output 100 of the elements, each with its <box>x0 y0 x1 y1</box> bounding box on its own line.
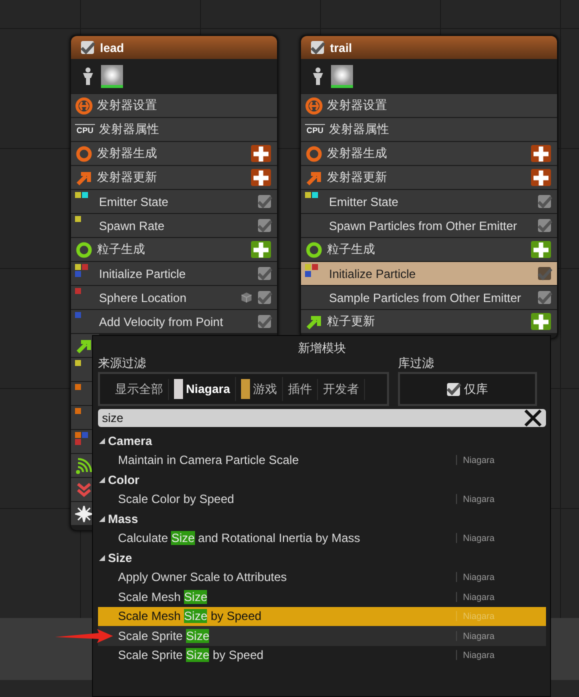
emitter-name: lead <box>100 40 124 54</box>
module-row[interactable]: Add Velocity from Point <box>71 310 277 333</box>
checkbox[interactable] <box>447 382 460 396</box>
module-label: Spawn Rate <box>99 218 166 232</box>
module-label: Initialize Particle <box>99 266 187 280</box>
filter-button[interactable]: 开发者 <box>318 378 366 400</box>
add-button[interactable] <box>251 145 271 162</box>
module-name: Scale Mesh Size <box>118 590 208 604</box>
filter-button[interactable]: 游戏 <box>236 377 284 401</box>
module-row[interactable]: Emitter State <box>301 190 557 213</box>
module-label: 粒子生成 <box>327 241 376 258</box>
module-row[interactable]: CPU 发射器属性 <box>71 118 277 141</box>
source-label: Niagara <box>456 572 546 582</box>
category-name: Mass <box>108 512 138 526</box>
module-row[interactable]: Emitter State <box>71 190 277 213</box>
module-row[interactable]: Initialize Particle <box>301 262 557 285</box>
module-label: 发射器属性 <box>329 121 390 138</box>
module-label: 发射器更新 <box>327 169 388 186</box>
checkbox[interactable] <box>258 195 271 208</box>
module-label: 发射器属性 <box>99 121 160 138</box>
filter-button[interactable]: Niagara <box>169 377 236 401</box>
filter-label: 来源过滤 <box>98 355 147 372</box>
module-list-item[interactable]: Calculate Size and Rotational Inertia by Mass Niagara <box>98 528 546 548</box>
module-label: Emitter State <box>329 194 400 208</box>
module-name: Scale Mesh Size by Speed <box>118 609 262 624</box>
source-label: Niagara <box>456 611 546 622</box>
module-row[interactable]: Sphere Location <box>71 286 277 309</box>
checkbox[interactable] <box>81 41 94 54</box>
checkbox-label: 仅库 <box>464 380 488 398</box>
add-button[interactable] <box>531 313 551 330</box>
module-label: Sphere Location <box>99 290 188 304</box>
module-list-item[interactable]: Scale Mesh Size Niagara <box>98 587 546 606</box>
module-name: Apply Owner Scale to Attributes <box>118 570 288 584</box>
filter-button[interactable]: 显示全部 <box>110 378 169 400</box>
emitter-node[interactable]: trail 发射器设置 CPU 发射器属性 发射器生成 发射器更新 Emitter State Spawn Particles from Other Emitter 粒子生成 Initialize Particle Sample Particles from Other Emitter 粒子更新 <box>300 35 558 339</box>
module-row[interactable]: CPU 发射器属性 <box>301 118 557 141</box>
search-field[interactable]: size <box>98 409 520 427</box>
thumbnail <box>331 64 353 88</box>
module-label: 发射器设置 <box>327 97 388 114</box>
checkbox[interactable] <box>538 195 551 208</box>
module-label: Sample Particles from Other Emitter <box>329 290 522 304</box>
checkbox[interactable] <box>258 267 271 280</box>
source-label: Niagara <box>456 592 546 602</box>
category-name: Color <box>108 472 140 487</box>
module-row[interactable]: Spawn Particles from Other Emitter <box>301 214 557 237</box>
popup-title: 新增模块 <box>297 340 347 355</box>
module-label: 粒子生成 <box>97 241 146 258</box>
module-row[interactable]: 发射器更新 <box>71 166 277 189</box>
module-row[interactable]: 发射器生成 <box>71 142 277 165</box>
emitter-name: trail <box>330 40 352 54</box>
source-label: Niagara <box>456 533 546 544</box>
source-label: Niagara <box>456 494 546 504</box>
module-label: Emitter State <box>99 194 170 208</box>
add-button[interactable] <box>251 169 271 186</box>
module-list-item[interactable]: Scale Mesh Size by Speed Niagara <box>98 606 546 626</box>
module-label: 粒子更新 <box>327 313 376 330</box>
module-name: Scale Sprite Size <box>118 628 210 643</box>
module-row[interactable]: 发射器设置 <box>301 94 557 117</box>
module-row[interactable]: 粒子更新 <box>301 310 557 333</box>
module-name: Scale Color by Speed <box>118 492 236 506</box>
checkbox[interactable] <box>311 41 324 54</box>
add-button[interactable] <box>531 145 551 162</box>
filter-button[interactable]: 插件 <box>283 378 318 400</box>
category-name: Size <box>108 550 132 565</box>
close-button[interactable] <box>520 409 546 427</box>
module-name: Scale Sprite Size by Speed <box>118 648 264 662</box>
checkbox[interactable] <box>258 315 271 328</box>
add-button[interactable] <box>531 241 551 258</box>
source-label: Niagara <box>456 650 546 660</box>
checkbox[interactable] <box>258 291 271 304</box>
module-list-item[interactable]: Apply Owner Scale to Attributes Niagara <box>98 568 546 587</box>
module-row[interactable]: Initialize Particle <box>71 262 277 285</box>
module-label: 发射器生成 <box>327 145 388 162</box>
module-row[interactable]: 粒子生成 <box>71 238 277 261</box>
module-row[interactable]: 发射器生成 <box>301 142 557 165</box>
checkbox[interactable] <box>538 219 551 232</box>
module-label: 发射器更新 <box>97 169 158 186</box>
module-label: Add Velocity from Point <box>99 314 224 328</box>
source-label: Niagara <box>456 455 546 466</box>
add-button[interactable] <box>531 169 551 186</box>
module-label: 发射器生成 <box>97 145 158 162</box>
module-name: Calculate Size and Rotational Inertia by Mass <box>118 531 362 546</box>
module-row[interactable]: Sample Particles from Other Emitter <box>301 286 557 309</box>
checkbox[interactable] <box>538 291 551 304</box>
module-label: Spawn Particles from Other Emitter <box>329 218 518 232</box>
checkbox[interactable] <box>258 219 271 232</box>
module-label: 发射器设置 <box>97 97 158 114</box>
arrow-drawing <box>55 628 115 644</box>
module-row[interactable]: 发射器设置 <box>71 94 277 117</box>
category-name: Camera <box>108 434 152 448</box>
checkbox[interactable] <box>538 267 551 280</box>
module-label: Initialize Particle <box>329 266 417 280</box>
module-row[interactable]: 发射器更新 <box>301 166 557 189</box>
module-list-item[interactable]: Scale Sprite Size Niagara <box>98 626 546 646</box>
add-button[interactable] <box>251 241 271 258</box>
module-row[interactable]: Spawn Rate <box>71 214 277 237</box>
filter-label: 库过滤 <box>398 355 435 372</box>
module-row[interactable]: 粒子生成 <box>301 238 557 261</box>
thumbnail <box>101 64 123 88</box>
module-list-item[interactable]: Scale Sprite Size by Speed Niagara <box>98 646 546 665</box>
